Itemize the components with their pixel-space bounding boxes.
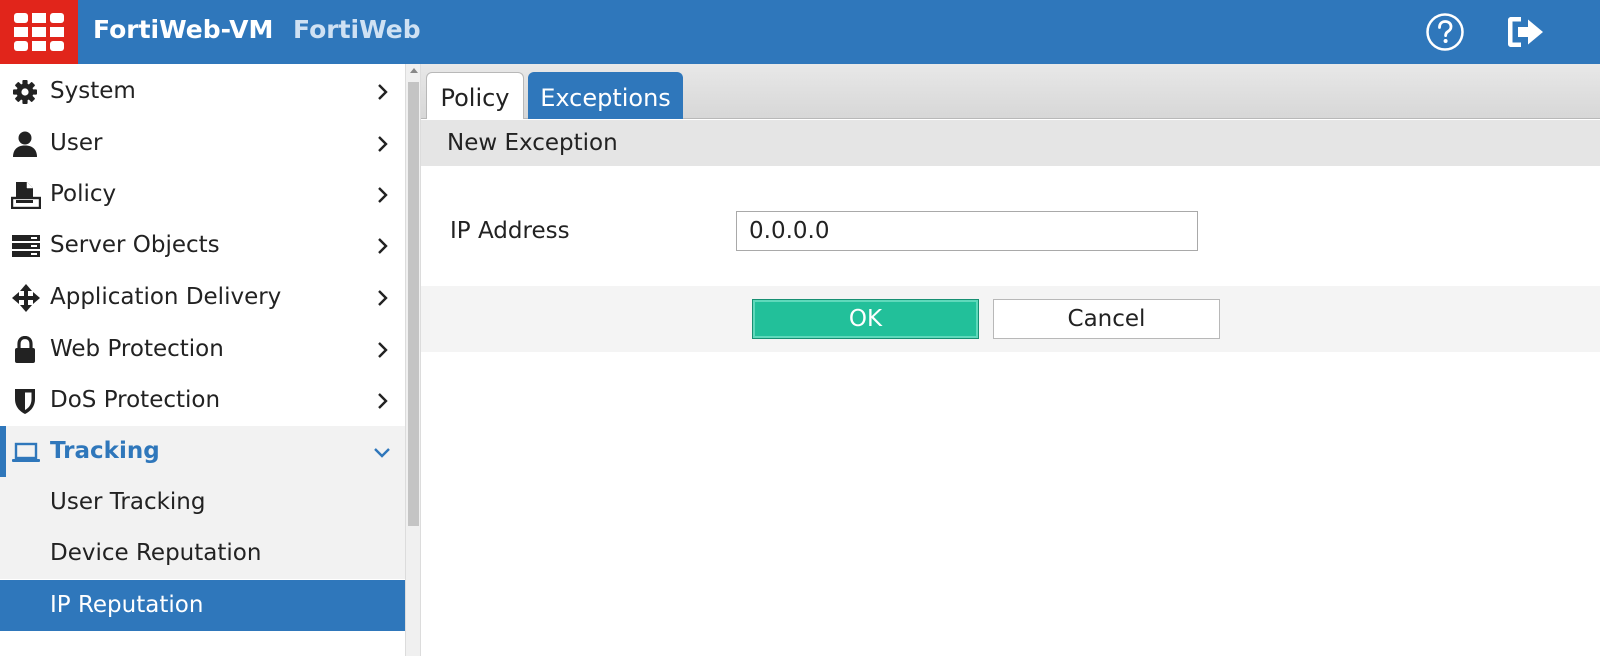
lock-icon — [15, 336, 35, 363]
ip-address-label: IP Address — [450, 218, 570, 244]
main-content: Policy Exceptions New Exception IP Addre… — [421, 64, 1600, 656]
sidebar-subitem-user-tracking[interactable]: User Tracking — [0, 477, 405, 528]
tab-exceptions[interactable]: Exceptions — [528, 72, 683, 119]
move-arrows-icon — [12, 284, 40, 312]
sidebar-item-tracking[interactable]: Tracking — [0, 426, 405, 477]
chevron-down-icon — [374, 448, 390, 458]
sidebar-subitem-device-reputation[interactable]: Device Reputation — [0, 528, 405, 579]
sidebar-item-policy[interactable]: Policy — [0, 169, 405, 220]
sidebar-item-label: User — [50, 130, 103, 156]
sidebar-item-system[interactable]: System — [0, 66, 405, 117]
sidebar-scrollbar[interactable] — [405, 64, 421, 656]
cancel-button[interactable]: Cancel — [993, 299, 1220, 339]
chevron-right-icon — [378, 84, 388, 100]
help-circle-icon[interactable] — [1425, 12, 1465, 52]
user-icon — [13, 131, 37, 157]
sidebar-subitem-label: User Tracking — [50, 489, 206, 515]
scrollbar-thumb[interactable] — [408, 82, 419, 526]
server-icon — [12, 235, 40, 257]
sidebar-item-application-delivery[interactable]: Application Delivery — [0, 272, 405, 323]
sidebar-subitem-ip-reputation[interactable]: IP Reputation — [0, 580, 405, 631]
active-accent-bar — [0, 426, 6, 477]
chevron-right-icon — [378, 238, 388, 254]
tab-policy[interactable]: Policy — [426, 72, 524, 119]
sidebar-item-label: Web Protection — [50, 336, 224, 362]
logout-icon[interactable] — [1506, 14, 1546, 50]
top-header: FortiWeb-VM FortiWeb — [0, 0, 1600, 64]
chevron-right-icon — [378, 136, 388, 152]
tab-bar: Policy Exceptions — [421, 64, 1600, 119]
sidebar-subitem-label: IP Reputation — [50, 592, 204, 618]
shield-icon — [15, 389, 35, 414]
fortinet-logo-icon — [14, 13, 64, 51]
sidebar-item-dos-protection[interactable]: DoS Protection — [0, 375, 405, 426]
gear-icon — [13, 80, 37, 104]
chevron-right-icon — [378, 342, 388, 358]
sidebar-nav: System User Policy Server Objects Applic… — [0, 64, 405, 656]
sidebar-item-server-objects[interactable]: Server Objects — [0, 220, 405, 271]
sidebar-item-label: System — [50, 78, 136, 104]
chevron-right-icon — [378, 187, 388, 203]
sidebar-item-label: Tracking — [50, 438, 160, 464]
sidebar-subitem-label: Device Reputation — [50, 540, 262, 566]
product-name: FortiWeb — [293, 15, 421, 44]
sidebar-item-label: Application Delivery — [50, 284, 282, 310]
chevron-right-icon — [378, 290, 388, 306]
section-title: New Exception — [447, 130, 618, 156]
policy-icon — [11, 182, 41, 209]
sidebar-item-web-protection[interactable]: Web Protection — [0, 324, 405, 375]
scroll-up-arrow-icon[interactable] — [410, 68, 418, 73]
fortinet-logo[interactable] — [0, 0, 78, 64]
ok-button[interactable]: OK — [752, 299, 979, 339]
ip-address-input[interactable] — [736, 211, 1198, 251]
device-name: FortiWeb-VM — [93, 15, 274, 44]
sidebar-item-label: Policy — [50, 181, 117, 207]
sidebar-item-label: DoS Protection — [50, 387, 221, 413]
chevron-right-icon — [378, 393, 388, 409]
form-button-bar: OK Cancel — [421, 286, 1600, 352]
sidebar-item-user[interactable]: User — [0, 118, 405, 169]
sidebar-item-label: Server Objects — [50, 232, 220, 258]
section-header: New Exception — [421, 120, 1600, 166]
laptop-icon — [12, 442, 40, 462]
